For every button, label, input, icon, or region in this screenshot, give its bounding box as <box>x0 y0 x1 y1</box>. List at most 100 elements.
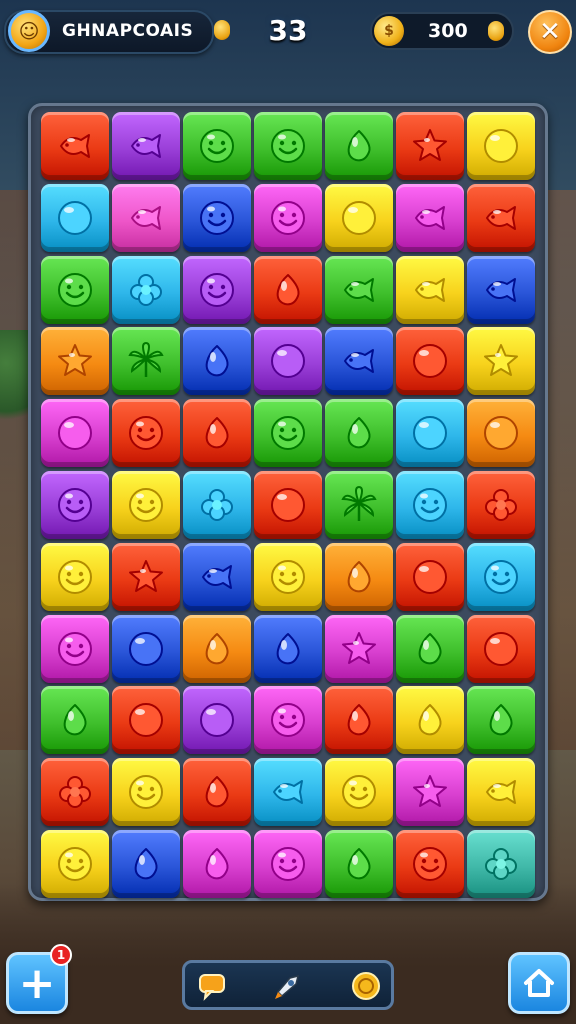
tile[interactable] <box>183 399 251 468</box>
tile[interactable] <box>183 470 251 539</box>
tile[interactable] <box>183 614 251 683</box>
smile-icon <box>271 703 305 738</box>
tile[interactable] <box>183 327 251 396</box>
tile[interactable] <box>396 758 464 827</box>
tile[interactable] <box>254 112 322 180</box>
tile[interactable] <box>396 829 464 898</box>
close-button[interactable]: ✕ <box>528 10 572 54</box>
tile[interactable] <box>41 327 109 396</box>
tile[interactable] <box>254 470 322 539</box>
tile[interactable] <box>254 686 322 755</box>
tile[interactable] <box>183 112 251 180</box>
tile[interactable] <box>112 614 180 683</box>
tile[interactable] <box>396 399 464 468</box>
tile[interactable] <box>396 183 464 252</box>
tile[interactable] <box>183 829 251 898</box>
tile[interactable] <box>325 829 393 898</box>
speech-bubble-button[interactable] <box>195 969 229 1003</box>
tile[interactable] <box>467 686 535 755</box>
tile[interactable] <box>396 112 464 180</box>
tile[interactable] <box>41 614 109 683</box>
tile[interactable] <box>254 614 322 683</box>
tile[interactable] <box>467 255 535 324</box>
tile[interactable] <box>41 686 109 755</box>
tile[interactable] <box>325 183 393 252</box>
tile[interactable] <box>41 470 109 539</box>
drop-icon <box>134 847 158 880</box>
tile[interactable] <box>183 542 251 611</box>
tile[interactable] <box>41 255 109 324</box>
tile[interactable] <box>112 470 180 539</box>
tile[interactable] <box>325 112 393 180</box>
tile[interactable] <box>325 686 393 755</box>
tile[interactable] <box>183 686 251 755</box>
orb-icon <box>129 703 163 738</box>
tile[interactable] <box>467 542 535 611</box>
coin-balance[interactable]: $ 300 <box>370 12 514 50</box>
tile[interactable] <box>467 183 535 252</box>
tile[interactable] <box>467 614 535 683</box>
tile[interactable] <box>325 614 393 683</box>
tile[interactable] <box>467 112 535 180</box>
close-icon: ✕ <box>539 17 561 47</box>
home-button[interactable] <box>508 952 570 1014</box>
tile[interactable] <box>396 614 464 683</box>
star-icon <box>342 631 376 664</box>
tile[interactable] <box>112 327 180 396</box>
tile[interactable] <box>396 542 464 611</box>
tile[interactable] <box>41 542 109 611</box>
tile[interactable] <box>41 183 109 252</box>
tile[interactable] <box>41 829 109 898</box>
tile[interactable] <box>254 399 322 468</box>
tile[interactable] <box>41 758 109 827</box>
drop-icon <box>418 704 442 736</box>
tile[interactable] <box>41 399 109 468</box>
tile[interactable] <box>325 758 393 827</box>
tile[interactable] <box>254 829 322 898</box>
orb-icon <box>413 559 447 594</box>
tile[interactable] <box>325 327 393 396</box>
tile[interactable] <box>112 686 180 755</box>
tile[interactable] <box>112 255 180 324</box>
tile[interactable] <box>396 255 464 324</box>
tile[interactable] <box>112 542 180 611</box>
tile-grid <box>41 112 535 898</box>
coin-count: 300 <box>428 20 468 42</box>
fish-icon <box>486 780 516 805</box>
tile[interactable] <box>254 758 322 827</box>
drop-icon <box>489 704 513 736</box>
tile[interactable] <box>183 255 251 324</box>
tile[interactable] <box>112 112 180 180</box>
orb-icon <box>484 416 518 451</box>
tile[interactable] <box>183 758 251 827</box>
tile[interactable] <box>183 183 251 252</box>
booster-toolbar <box>182 960 394 1010</box>
drop-icon <box>205 345 229 377</box>
tile[interactable] <box>254 327 322 396</box>
coin-booster-button[interactable] <box>349 969 383 1003</box>
orb-icon <box>342 200 376 235</box>
tile[interactable] <box>254 542 322 611</box>
tile[interactable] <box>112 183 180 252</box>
tile[interactable] <box>254 183 322 252</box>
tile[interactable] <box>467 829 535 898</box>
rocket-button[interactable] <box>271 969 305 1003</box>
tile[interactable] <box>325 542 393 611</box>
tile[interactable] <box>467 399 535 468</box>
star-icon <box>58 344 92 377</box>
tile[interactable] <box>467 327 535 396</box>
tile[interactable] <box>396 470 464 539</box>
tile[interactable] <box>467 758 535 827</box>
tile[interactable] <box>325 255 393 324</box>
tile[interactable] <box>112 399 180 468</box>
tile[interactable] <box>467 470 535 539</box>
smile-icon <box>271 846 305 881</box>
tile[interactable] <box>325 399 393 468</box>
tile[interactable] <box>396 686 464 755</box>
tile[interactable] <box>396 327 464 396</box>
tile[interactable] <box>112 829 180 898</box>
tile[interactable] <box>325 470 393 539</box>
tile[interactable] <box>254 255 322 324</box>
tile[interactable] <box>41 112 109 180</box>
tile[interactable] <box>112 758 180 827</box>
